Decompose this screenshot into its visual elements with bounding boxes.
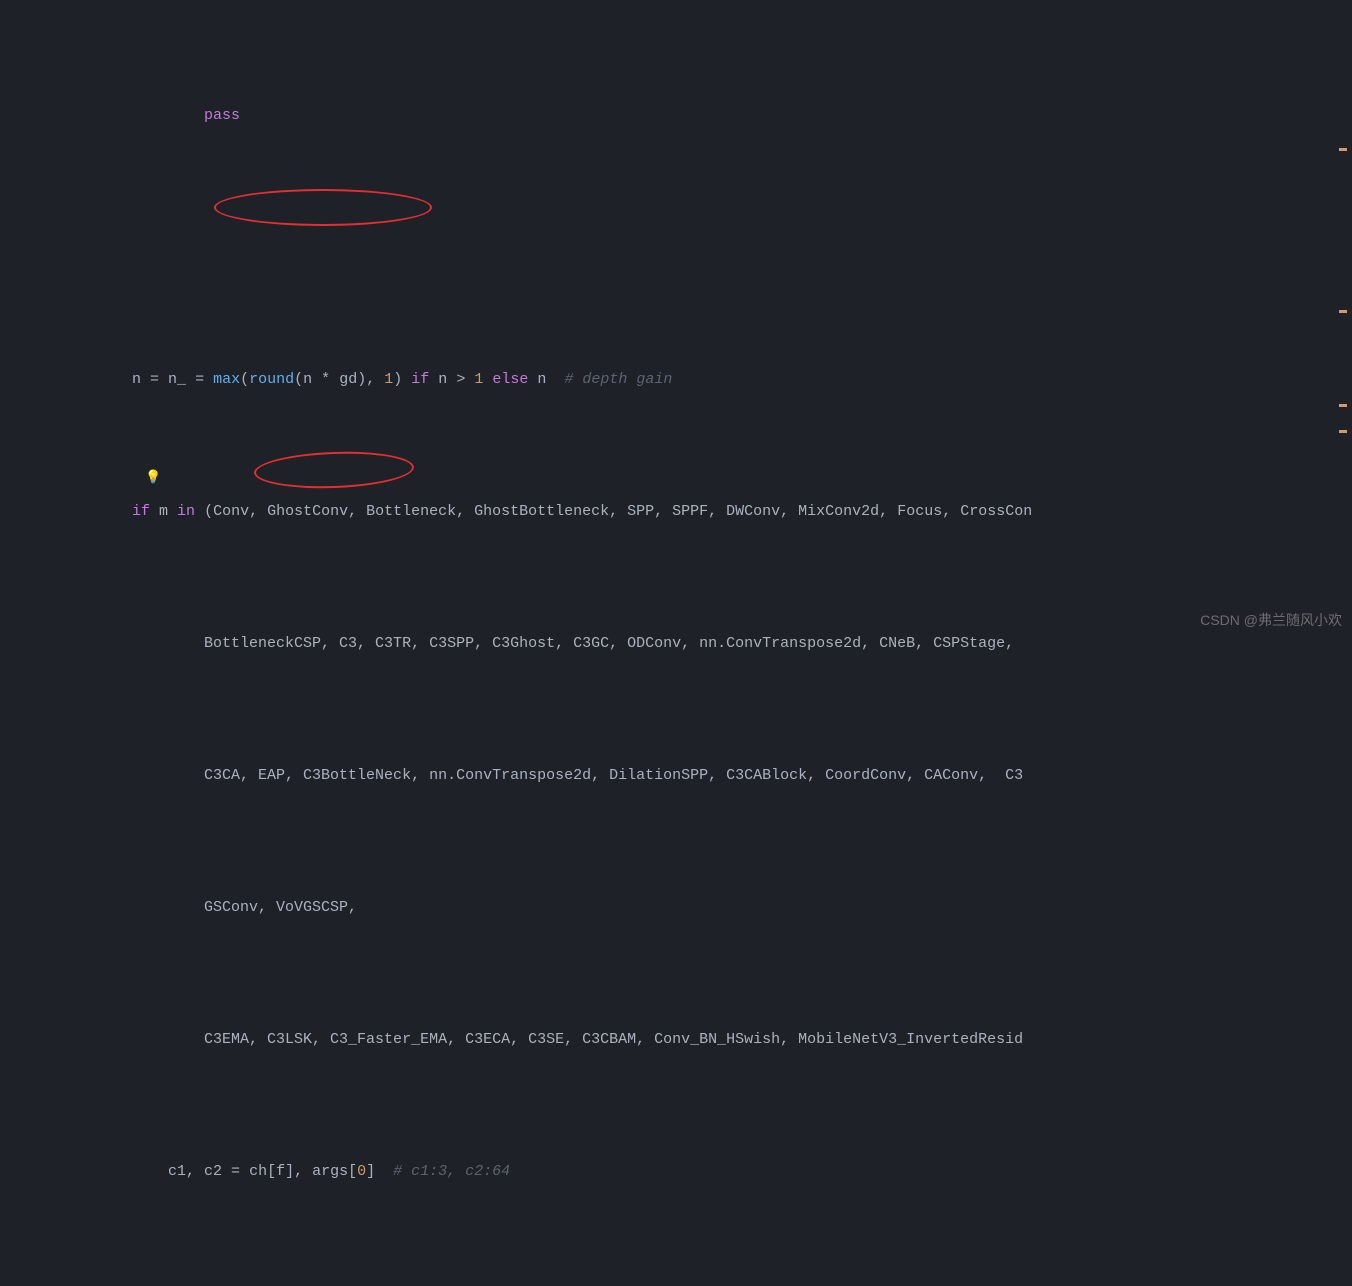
scrollbar-marker [1339, 310, 1347, 313]
comment: # depth gain [564, 371, 672, 388]
scrollbar-marker [1339, 148, 1347, 151]
scrollbar[interactable] [1338, 0, 1350, 643]
intention-bulb-icon[interactable]: 💡 [145, 461, 161, 494]
code-line[interactable]: C3EMA, C3LSK, C3_Faster_EMA, C3ECA, C3SE… [60, 1023, 1352, 1056]
code-line[interactable]: GSConv, VoVGSCSP, [60, 891, 1352, 924]
code-line[interactable]: BottleneckCSP, C3, C3TR, C3SPP, C3Ghost,… [60, 627, 1352, 660]
watermark-text: CSDN @弗兰随风小欢 [1200, 604, 1342, 637]
code-editor[interactable]: pass n = n_ = max(round(n * gd), 1) if n… [0, 0, 1352, 1286]
code-line[interactable]: pass [60, 99, 1352, 132]
scrollbar-marker [1339, 404, 1347, 407]
code-line[interactable]: if m in (Conv, GhostConv, Bottleneck, Gh… [60, 495, 1352, 528]
code-line[interactable]: C3CA, EAP, C3BottleNeck, nn.ConvTranspos… [60, 759, 1352, 792]
code-line[interactable] [60, 231, 1352, 264]
scrollbar-marker [1339, 430, 1347, 433]
code-line[interactable]: n = n_ = max(round(n * gd), 1) if n > 1 … [60, 363, 1352, 396]
code-line[interactable]: c1, c2 = ch[f], args[0] # c1:3, c2:64 [60, 1155, 1352, 1188]
keyword-pass: pass [204, 107, 240, 124]
highlighted-text-gsconv-vovgscsp: GSConv, VoVGSCSP, [204, 899, 357, 916]
comment: # c1:3, c2:64 [393, 1163, 510, 1180]
